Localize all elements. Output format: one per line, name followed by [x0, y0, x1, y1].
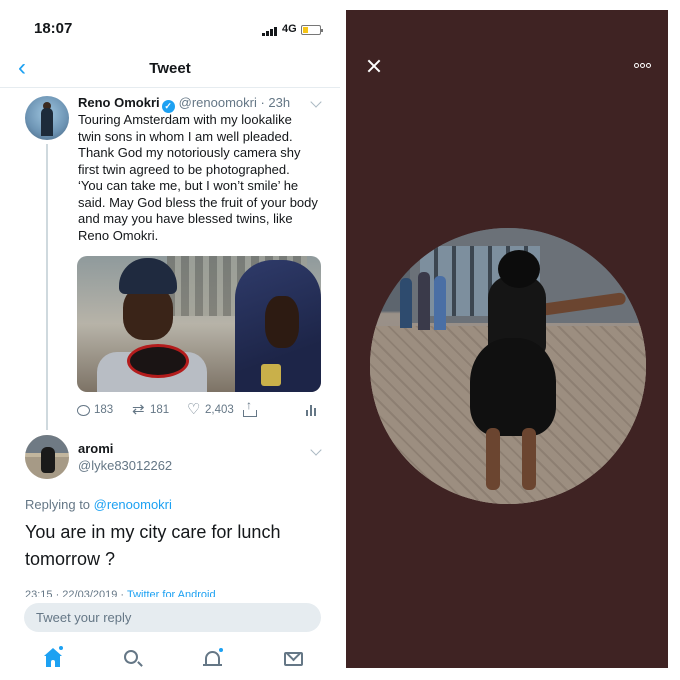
- page-title: Tweet: [149, 60, 191, 77]
- reply-author-handle: @lyke83012262: [78, 458, 173, 473]
- retweet-icon: [132, 400, 146, 418]
- reply-composer[interactable]: [24, 603, 321, 632]
- tweet-author-name[interactable]: Reno Omokri: [78, 95, 160, 110]
- analytics-icon: [305, 404, 317, 416]
- reply-icon: [77, 404, 90, 416]
- retweet-button[interactable]: 181: [132, 400, 170, 419]
- reply-avatar[interactable]: [25, 435, 69, 479]
- status-bar: 18:07 4G: [0, 0, 340, 48]
- tweet-photo[interactable]: [77, 256, 321, 392]
- tweet-avatar[interactable]: [25, 96, 69, 140]
- tweet-menu-chevron-icon[interactable]: [310, 96, 322, 108]
- reply-input[interactable]: [24, 603, 321, 632]
- signal-icon: [262, 26, 278, 36]
- tweet-actions: 183 181 2,403: [77, 398, 321, 419]
- status-time: 18:07: [34, 20, 73, 37]
- reply-meta: 23:15 · 22/03/2019 · Twitter for Android: [25, 588, 335, 597]
- more-options-icon[interactable]: [634, 63, 652, 69]
- close-icon[interactable]: [366, 58, 382, 74]
- reply-count: 183: [94, 404, 114, 416]
- share-icon: [243, 398, 257, 417]
- replying-to-handle[interactable]: @renoomokri: [94, 497, 172, 512]
- tweet-author-row: Reno Omokri ✓ @renoomokri · 23h: [78, 95, 290, 113]
- reply-source[interactable]: Twitter for Android: [127, 589, 216, 597]
- messages-icon[interactable]: [283, 645, 305, 670]
- image-viewer: [346, 10, 668, 668]
- replying-to: Replying to @renoomokri: [25, 497, 172, 512]
- reply-timestamp: 23:15 · 22/03/2019 ·: [25, 589, 125, 597]
- home-icon[interactable]: [42, 646, 64, 670]
- share-button[interactable]: [243, 398, 257, 419]
- reply-button[interactable]: 183: [77, 401, 113, 419]
- like-button[interactable]: 2,403: [187, 400, 234, 419]
- battery-icon: [301, 25, 323, 35]
- profile-photo: [370, 228, 646, 504]
- tab-bar: [0, 638, 340, 680]
- analytics-button[interactable]: [305, 401, 317, 419]
- retweet-count: 181: [150, 404, 170, 416]
- reply-menu-chevron-icon[interactable]: [310, 444, 322, 456]
- reply-author-name[interactable]: aromi: [78, 441, 113, 456]
- thread-line: [46, 144, 48, 430]
- replying-to-prefix: Replying to: [25, 497, 91, 512]
- nav-bar: ‹ Tweet: [0, 48, 340, 88]
- tweet-text: Touring Amsterdam with my lookalike twin…: [78, 112, 318, 243]
- network-label: 4G: [282, 23, 297, 35]
- like-count: 2,403: [205, 404, 234, 416]
- notifications-icon[interactable]: [202, 648, 224, 670]
- heart-icon: [187, 400, 201, 418]
- tweet-screen: 18:07 4G ‹ Tweet Reno Omokri ✓ @renoomokri…: [0, 0, 340, 680]
- search-icon[interactable]: [122, 648, 144, 670]
- tweet-author-handle: @renoomokri · 23h: [178, 95, 291, 110]
- reply-text: You are in my city care for lunch tomorr…: [25, 522, 281, 569]
